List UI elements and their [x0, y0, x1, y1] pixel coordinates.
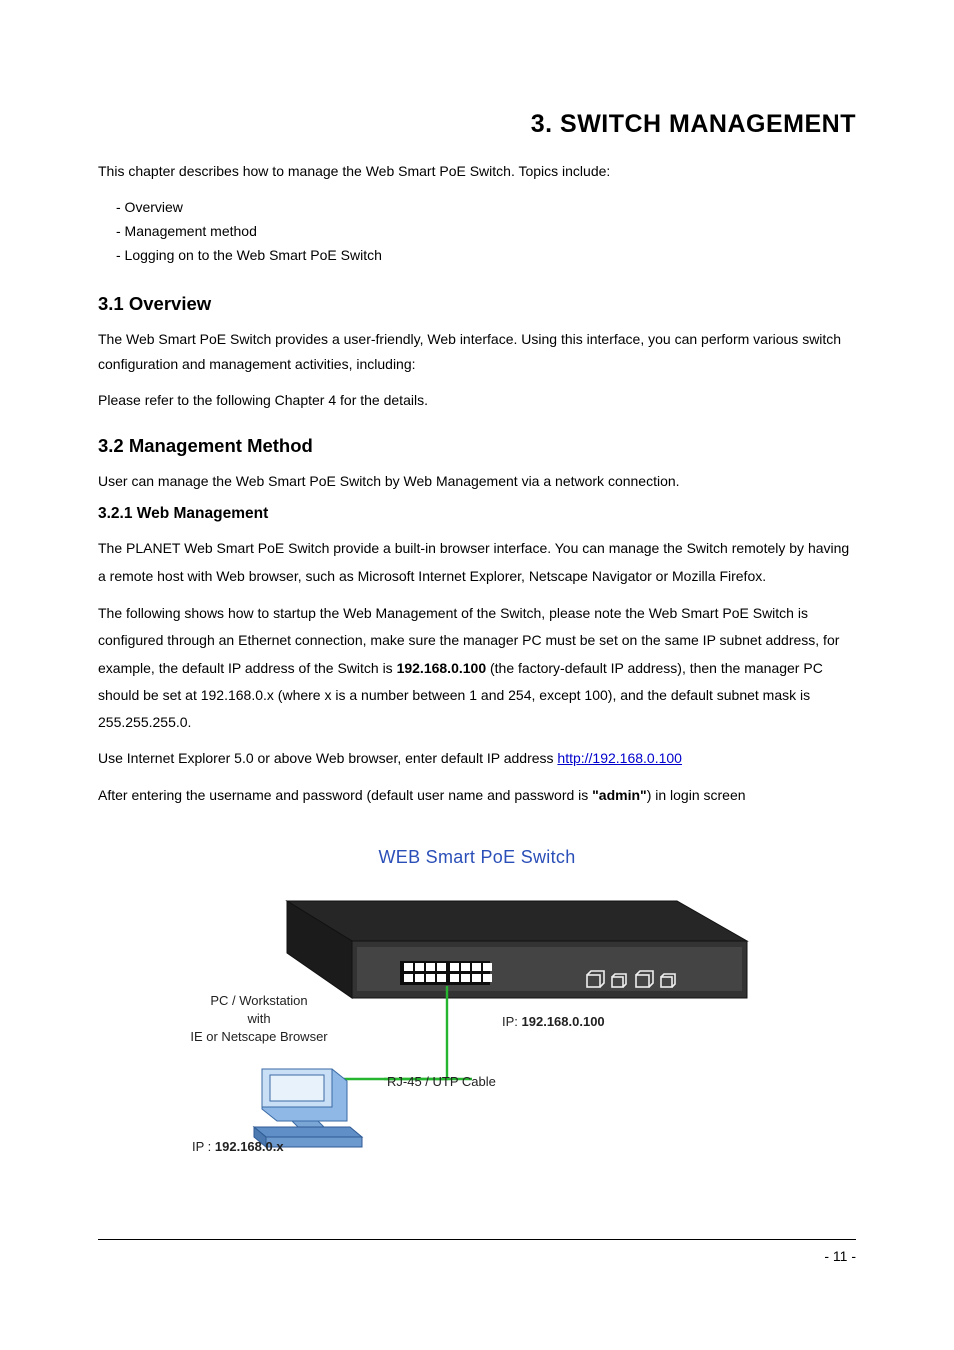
default-ip: 192.168.0.100 [397, 660, 487, 676]
paragraph: Please refer to the following Chapter 4 … [98, 388, 856, 413]
heading-web-management: 3.2.1 Web Management [98, 505, 856, 523]
text-run: Use Internet Explorer 5.0 or above Web b… [98, 750, 557, 766]
heading-overview: 3.1 Overview [98, 293, 856, 315]
list-item: - Management method [116, 220, 856, 244]
figure-title: WEB Smart PoE Switch [192, 847, 762, 868]
footer-rule [98, 1239, 856, 1240]
chapter-title: 3. SWITCH MANAGEMENT [98, 110, 856, 139]
paragraph: The Web Smart PoE Switch provides a user… [98, 327, 856, 376]
pc-label: PC / Workstation with IE or Netscape Bro… [159, 992, 359, 1045]
list-item: - Logging on to the Web Smart PoE Switch [116, 244, 856, 268]
text-run: with [247, 1011, 270, 1026]
text-run: ) in login screen [647, 787, 746, 803]
text-run: IE or Netscape Browser [190, 1029, 327, 1044]
topic-list: - Overview - Management method - Logging… [116, 196, 856, 267]
paragraph: User can manage the Web Smart PoE Switch… [98, 469, 856, 494]
page-number: - 11 - [824, 1248, 856, 1264]
paragraph: The following shows how to startup the W… [98, 600, 856, 736]
cable-label: RJ-45 / UTP Cable [387, 1073, 496, 1091]
text-run: IP : [192, 1139, 215, 1154]
paragraph: The PLANET Web Smart PoE Switch provide … [98, 535, 856, 590]
paragraph: Use Internet Explorer 5.0 or above Web b… [98, 746, 856, 771]
text-run: IP: [502, 1014, 522, 1029]
text-run: PC / Workstation [210, 993, 307, 1008]
switch-ip-value: 192.168.0.100 [522, 1014, 605, 1029]
paragraph: After entering the username and password… [98, 783, 856, 808]
default-credentials: "admin" [592, 787, 647, 803]
default-ip-link[interactable]: http://192.168.0.100 [557, 750, 682, 766]
pc-ip-label: IP : 192.168.0.x [192, 1138, 284, 1156]
pc-ip-value: 192.168.0.x [215, 1139, 284, 1154]
heading-management-method: 3.2 Management Method [98, 435, 856, 457]
figure: WEB Smart PoE Switch [98, 847, 856, 1167]
switch-ip-label: IP: 192.168.0.100 [502, 1013, 605, 1031]
switch-icon [287, 901, 747, 998]
list-item: - Overview [116, 196, 856, 220]
text-run: After entering the username and password… [98, 787, 592, 803]
workstation-icon [254, 1069, 362, 1147]
intro-text: This chapter describes how to manage the… [98, 161, 856, 182]
